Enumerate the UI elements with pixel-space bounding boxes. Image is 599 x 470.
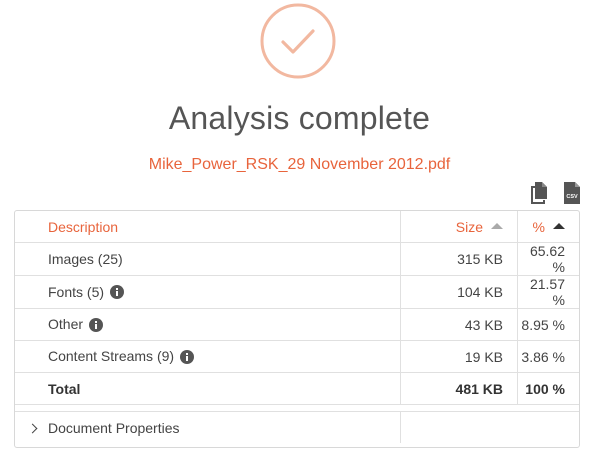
copy-icon[interactable] — [528, 181, 548, 205]
row-percent: 3.86 % — [517, 340, 579, 373]
row-description: Other — [15, 308, 401, 341]
row-percent: 65.62 % — [517, 242, 579, 276]
check-icon — [260, 3, 336, 79]
document-properties-label: Document Properties — [48, 419, 180, 436]
table-row: Content Streams (9) 19 KB 3.86 % — [15, 340, 579, 373]
row-description: Content Streams (9) — [15, 340, 401, 373]
table-row: Other 43 KB 8.95 % — [15, 308, 579, 341]
row-description: Images (25) — [15, 242, 401, 276]
row-description-text: Images (25) — [48, 251, 123, 267]
table-row: Images (25) 315 KB 65.62 % — [15, 242, 579, 276]
row-description-text: Fonts (5) — [48, 283, 105, 300]
row-description-text: Other — [48, 316, 84, 333]
info-icon[interactable] — [180, 349, 195, 364]
row-description-text: Content Streams (9) — [48, 348, 175, 365]
row-size: 315 KB — [400, 242, 518, 276]
column-header-percent[interactable]: % — [517, 211, 579, 243]
column-label-size: Size — [455, 218, 483, 235]
info-icon[interactable] — [110, 285, 125, 300]
info-icon[interactable] — [89, 317, 104, 332]
row-description: Fonts (5) — [15, 275, 401, 309]
csv-label: CSV — [566, 194, 578, 200]
status-check-badge — [259, 2, 337, 80]
document-properties-empty — [401, 412, 580, 444]
document-properties-toggle[interactable]: Document Properties — [15, 411, 401, 443]
sort-asc-icon — [491, 222, 503, 229]
analysis-table: Description Size % Images (25) 315 KB 65… — [14, 210, 580, 448]
csv-file-icon[interactable]: CSV — [562, 181, 582, 205]
export-toolbar: CSV — [528, 181, 582, 205]
spacer-cell — [15, 404, 579, 412]
column-label-percent: % — [532, 218, 545, 235]
sort-active-icon — [553, 222, 565, 229]
column-header-size[interactable]: Size — [400, 211, 518, 243]
row-size: 104 KB — [400, 275, 518, 309]
column-header-description[interactable]: Description — [15, 211, 401, 243]
table-row: Fonts (5) 104 KB 21.57 % — [15, 275, 579, 309]
row-percent: 21.57 % — [517, 275, 579, 309]
chevron-right-icon — [27, 423, 38, 433]
total-label: Total — [15, 372, 401, 405]
document-properties-row[interactable]: Document Properties — [15, 411, 580, 444]
row-size: 43 KB — [400, 308, 518, 341]
column-label-description: Description — [48, 218, 119, 235]
total-percent: 100 % — [517, 372, 579, 405]
row-percent: 8.95 % — [517, 308, 579, 341]
table-header-row: Description Size % — [15, 211, 579, 243]
total-row: Total 481 KB 100 % — [15, 372, 579, 405]
page-title: Analysis complete — [168, 100, 431, 136]
table-spacer — [15, 404, 579, 412]
total-size: 481 KB — [400, 372, 518, 405]
row-size: 19 KB — [400, 340, 518, 373]
file-name[interactable]: Mike_Power_RSK_29 November 2012.pdf — [0, 156, 599, 174]
